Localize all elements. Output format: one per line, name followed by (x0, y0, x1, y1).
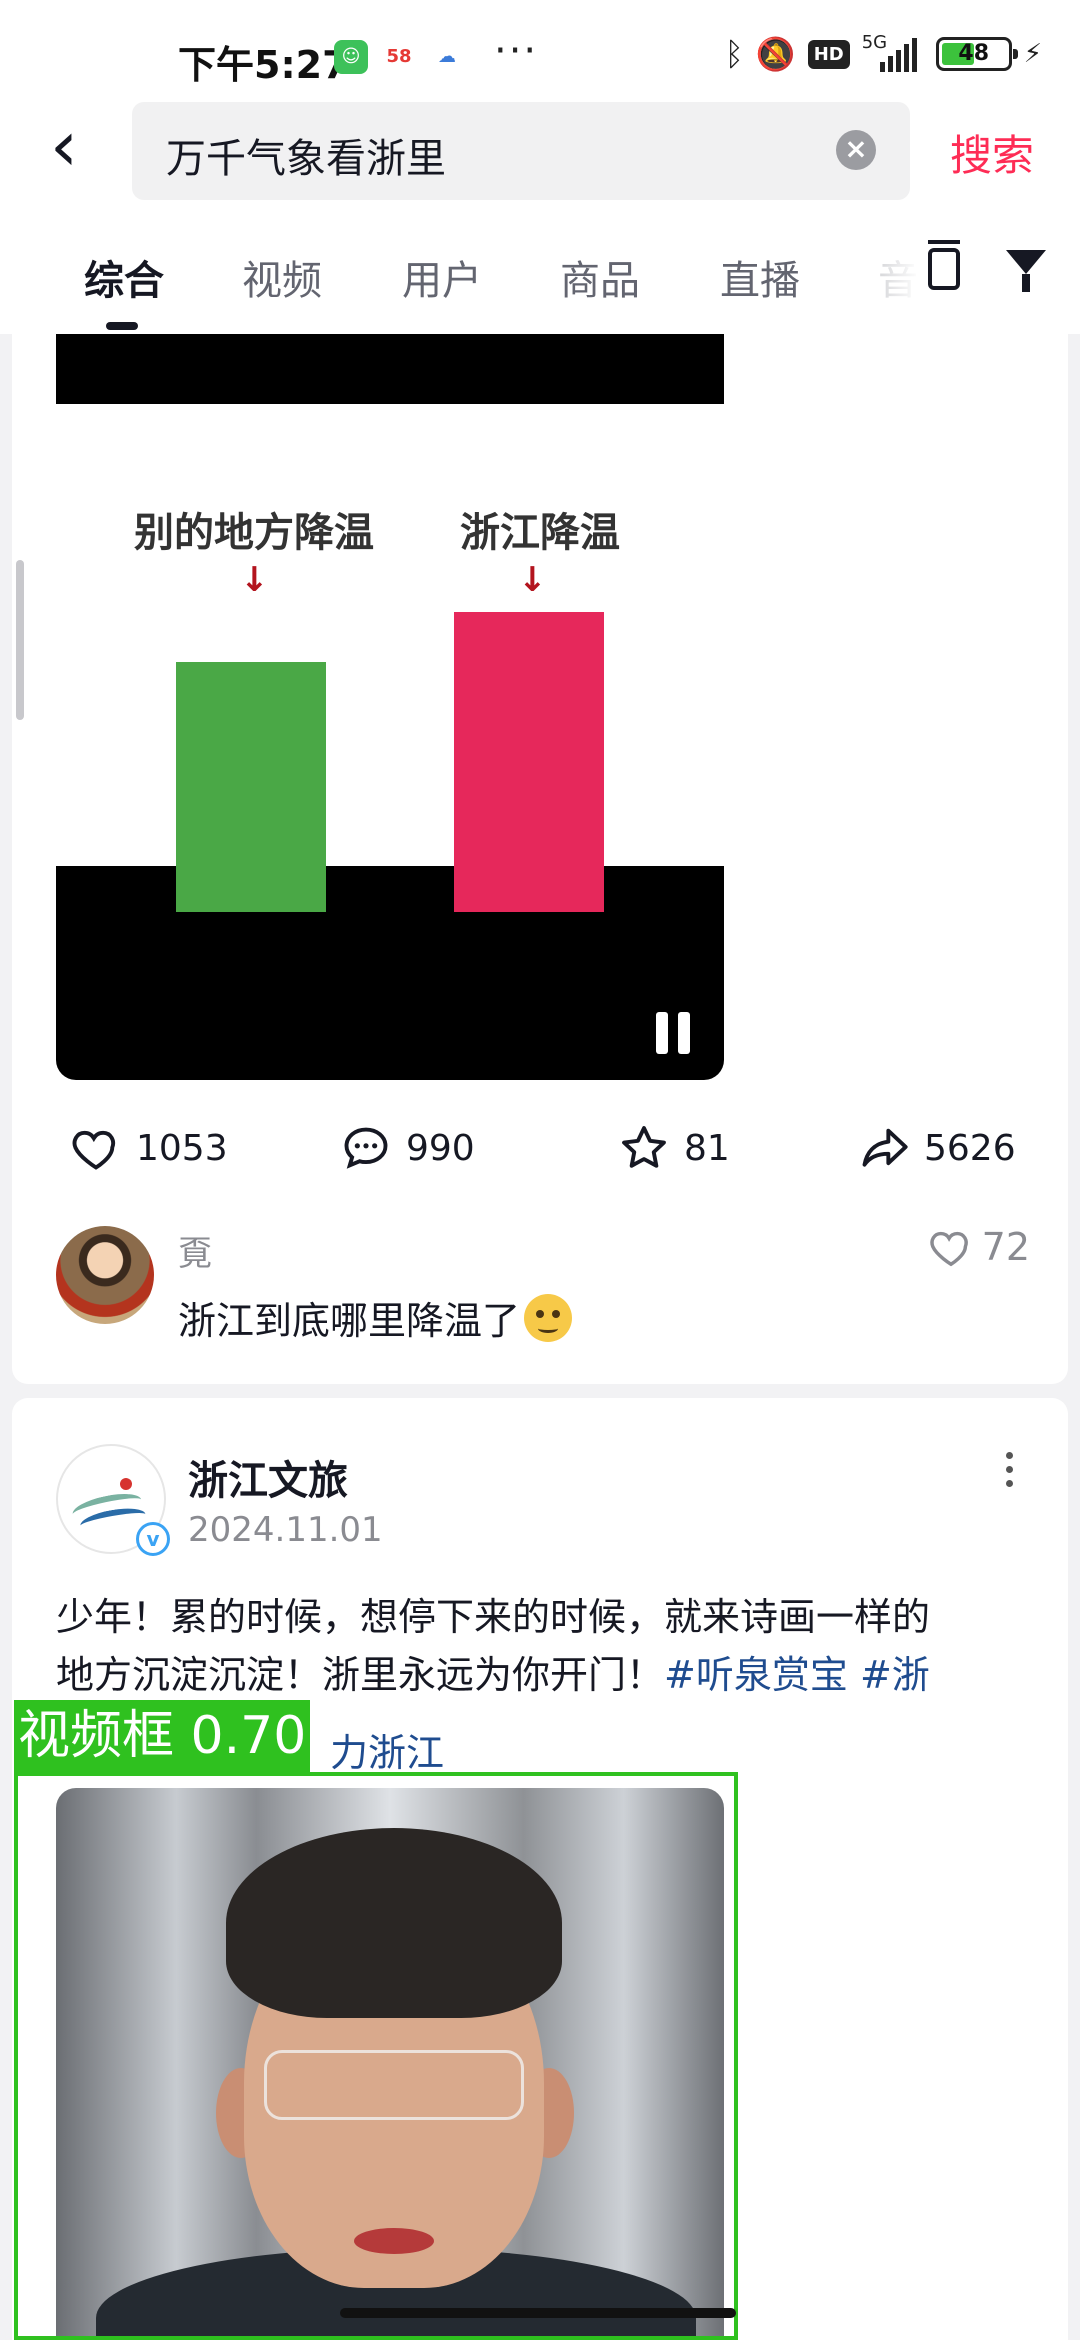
search-field[interactable]: 万千气象看浙里 × (132, 102, 910, 200)
signal-icon: 5G (862, 34, 924, 74)
favorite-button[interactable]: 81 (618, 1122, 730, 1174)
home-indicator[interactable] (340, 2308, 736, 2318)
favorite-count: 81 (684, 1127, 730, 1169)
mute-bell-icon: 🔕 (755, 35, 796, 73)
dizzy-face-emoji-icon (524, 1293, 573, 1342)
like-button[interactable]: 1053 (70, 1122, 228, 1174)
comment-like-count: 72 (981, 1225, 1030, 1269)
verified-badge-icon: v (136, 1522, 170, 1556)
wechat-notification-icon: ☺ (334, 40, 368, 74)
more-notifications-icon: ··· (494, 28, 539, 74)
tab-fade (860, 240, 920, 310)
comment-icon (344, 1127, 388, 1169)
active-tab-indicator (106, 322, 138, 330)
hashtag-link[interactable]: #浙 (860, 1653, 930, 1697)
search-header: ‹ 万千气象看浙里 × 搜索 (0, 100, 1080, 210)
post-date: 2024.11.01 (188, 1510, 383, 1550)
video-frame: 别的地方降温 浙江降温 ↓ ↓ (56, 404, 724, 912)
video-caption-left: 别的地方降温 (134, 510, 374, 556)
video-actions: 1053 990 81 5626 (0, 1118, 1080, 1188)
video-caption-right: 浙江降温 (460, 510, 620, 556)
detection-label: 视频框 0.70 (14, 1700, 311, 1772)
layout-toggle-icon[interactable] (928, 240, 960, 290)
search-input[interactable]: 万千气象看浙里 (166, 126, 446, 184)
tab-users[interactable]: 用户 (402, 248, 482, 306)
battery-icon: 48 (935, 37, 1018, 71)
hashtag-link-partial[interactable]: 力浙江 (330, 1722, 444, 1777)
share-button[interactable]: 5626 (858, 1122, 1016, 1174)
status-time: 下午5:27 (178, 43, 349, 87)
down-arrow-icon: ↓ (240, 560, 269, 600)
status-bar: 下午5:27 ☺ 58 ☁ ··· ᛒ 🔕 HD 5G 48 ⚡ (0, 0, 1080, 110)
post-line-2: 地方沉淀沉淀！浙里永远为你开门！ (56, 1653, 665, 1697)
heart-icon (72, 1130, 116, 1170)
app-58-notification-icon: 58 (386, 46, 412, 67)
share-icon (862, 1128, 908, 1167)
tab-live[interactable]: 直播 (720, 248, 800, 306)
author-name[interactable]: 浙江文旅 (188, 1448, 348, 1506)
comment-body: 浙江到底哪里降温了 (178, 1299, 521, 1343)
video-player[interactable]: 别的地方降温 浙江降温 ↓ ↓ (56, 334, 724, 1080)
search-button[interactable]: 搜索 (950, 122, 1034, 183)
tab-comprehensive[interactable]: 综合 (84, 248, 164, 306)
clear-search-icon[interactable]: × (836, 130, 876, 170)
detection-box (14, 1772, 738, 2340)
result-tabs: 综合 视频 用户 商品 直播 音 (0, 210, 1080, 334)
commenter-avatar[interactable] (56, 1226, 154, 1324)
back-arrow-icon[interactable]: ‹ (50, 111, 110, 186)
hashtag-link[interactable]: #听泉赏宝 (664, 1653, 848, 1697)
status-indicators: ᛒ 🔕 HD 5G 48 ⚡ (725, 34, 1042, 74)
comment-like-button[interactable]: 72 (928, 1224, 1030, 1270)
post-line-1: 少年！累的时候，想停下来的时候，就来诗画一样的 (56, 1595, 931, 1639)
scrollbar[interactable] (16, 560, 24, 720)
down-arrow-icon: ↓ (518, 560, 547, 600)
charging-icon: ⚡ (1023, 39, 1042, 69)
red-bar (454, 612, 604, 912)
pause-icon[interactable] (654, 1012, 694, 1056)
post-description: 少年！累的时候，想停下来的时候，就来诗画一样的 地方沉淀沉淀！浙里永远为你开门！… (56, 1588, 1026, 1704)
tab-video[interactable]: 视频 (242, 248, 322, 306)
bluetooth-icon: ᛒ (724, 35, 744, 73)
search-results-page: 下午5:27 ☺ 58 ☁ ··· ᛒ 🔕 HD 5G 48 ⚡ ‹ 万千气象看… (0, 0, 1080, 2340)
comment-count: 990 (406, 1127, 475, 1169)
share-count: 5626 (924, 1127, 1016, 1169)
battery-level: 48 (958, 41, 990, 66)
cloud-notification-icon: ☁ (438, 46, 456, 67)
filter-icon[interactable] (1006, 250, 1046, 292)
commenter-name[interactable]: 覔 (178, 1226, 212, 1275)
hd-badge: HD (807, 39, 850, 69)
green-bar (176, 662, 326, 912)
star-icon (622, 1126, 666, 1168)
tab-products[interactable]: 商品 (560, 248, 640, 306)
like-count: 1053 (136, 1127, 228, 1169)
comment-text: 浙江到底哪里降温了 (178, 1290, 573, 1345)
comment-button[interactable]: 990 (340, 1122, 475, 1174)
more-options-icon[interactable] (1006, 1452, 1018, 1492)
heart-outline-icon (929, 1231, 968, 1267)
